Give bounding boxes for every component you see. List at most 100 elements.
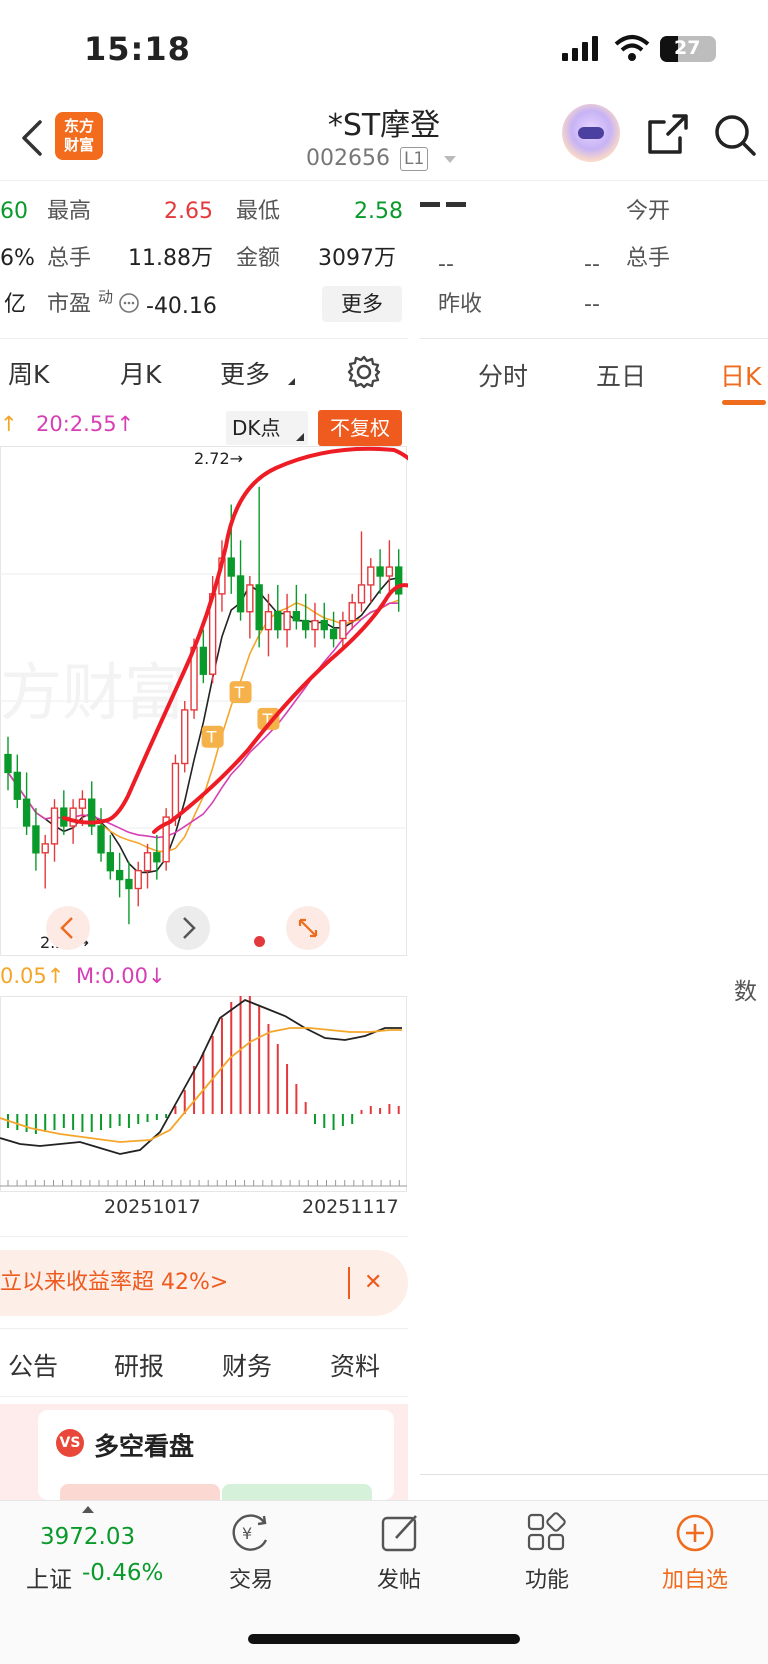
tab-daily-k[interactable]: 日K (720, 357, 761, 393)
candle-body (4, 753, 12, 774)
chart-prev-button[interactable] (46, 906, 90, 950)
chevron-right-icon (183, 917, 196, 939)
candle-body (115, 869, 124, 881)
chart-next-button[interactable] (166, 906, 210, 950)
functions-grid-icon[interactable] (526, 1512, 566, 1552)
last-price-partial: 60 (0, 199, 28, 224)
info-icon[interactable] (118, 292, 140, 314)
candle-body (227, 557, 235, 577)
status-bar: 15:18 27 (0, 0, 768, 100)
candle-body (255, 584, 263, 631)
dea-line (0, 1027, 402, 1143)
no-adjust-button[interactable]: 不复权 (318, 410, 402, 446)
pe-value: -40.16 (146, 294, 217, 319)
tab-monthly-k[interactable]: 月K (120, 355, 161, 391)
candle-body (339, 619, 347, 640)
nav-add-watchlist[interactable]: 加自选 (654, 1562, 736, 1594)
more-corner-icon (288, 378, 295, 385)
level-badge: L1 (400, 147, 429, 171)
settings-gear-icon[interactable] (346, 354, 382, 390)
prev-close-label: 昨收 (438, 292, 483, 317)
trade-icon[interactable]: ¥ (228, 1512, 274, 1554)
candle-body (329, 628, 338, 640)
ma-label-partial: ↑ (0, 412, 18, 436)
macd-m-label: M:0.00↓ (76, 964, 166, 988)
tab-intraday[interactable]: 分时 (478, 357, 528, 393)
candle-body (236, 575, 245, 613)
pe-label: 市盈 (47, 292, 92, 317)
post-icon[interactable] (380, 1512, 422, 1554)
tab-weekly-k[interactable]: 周K (8, 355, 49, 391)
promo-banner[interactable]: 立以来收益率超 42%> ✕ (0, 1250, 408, 1316)
index-change[interactable]: -0.46% (82, 1560, 163, 1586)
date-label-2: 20251117 (302, 1196, 399, 1218)
dk-point-button[interactable]: DK点 (226, 411, 308, 445)
tab-announcements[interactable]: 公告 (8, 1347, 58, 1383)
nav-trade[interactable]: 交易 (226, 1562, 276, 1594)
tab-research[interactable]: 研报 (114, 1347, 164, 1383)
candle-body (78, 798, 87, 809)
add-watchlist-icon[interactable] (674, 1512, 716, 1554)
candle-body (320, 619, 328, 631)
battery-level: 27 (674, 37, 701, 59)
t-marker-label: T (234, 683, 245, 702)
more-button[interactable]: 更多 (322, 286, 402, 322)
expand-icon (298, 918, 318, 938)
candle-body (153, 852, 161, 863)
banner-text: 立以来收益率超 42%> (0, 1270, 229, 1295)
pe-dynamic-sup: 动 (98, 288, 114, 306)
candle-body (301, 619, 310, 631)
dif-line (0, 998, 402, 1155)
candle-body (367, 566, 375, 586)
candle-body (143, 852, 152, 872)
candle-body (22, 798, 31, 827)
svg-text:¥: ¥ (242, 1524, 252, 1543)
candle-body (264, 611, 273, 631)
hand-drawn-annotation (62, 446, 408, 834)
right-volume-label: 总手 (626, 246, 671, 271)
candle-body (283, 611, 291, 631)
amount-value: 3097万 (318, 246, 396, 271)
macd-chart (0, 996, 407, 1192)
volume-label: 总手 (47, 246, 92, 271)
search-icon[interactable] (712, 112, 760, 158)
live-dot (254, 936, 265, 947)
low-label: 最低 (236, 199, 281, 224)
tab-more[interactable]: 更多 (220, 355, 270, 391)
ma20-label: 20:2.55↑ (36, 412, 135, 436)
index-value[interactable]: 3972.03 (40, 1524, 135, 1550)
candle-body (357, 584, 366, 604)
tab-profile[interactable]: 资料 (330, 1347, 380, 1383)
candle-body (274, 611, 282, 631)
candle-body (199, 646, 208, 675)
fullscreen-button[interactable] (286, 906, 330, 950)
card-title: 多空看盘 (94, 1432, 195, 1461)
high-value: 2.65 (164, 199, 213, 224)
candle-body (32, 825, 40, 854)
candle-body (134, 869, 142, 890)
home-indicator (248, 1634, 520, 1644)
candle-body (376, 566, 384, 577)
dropdown-arrow-icon[interactable] (444, 156, 456, 163)
close-icon[interactable]: ✕ (364, 1250, 382, 1316)
candle-body (385, 566, 394, 577)
change-partial: 6% (0, 246, 35, 271)
ai-assistant-avatar[interactable] (562, 104, 620, 162)
stock-code: 002656 (306, 146, 390, 171)
prev-close-value: -- (584, 292, 600, 317)
candle-body (171, 762, 180, 818)
candle-body (348, 602, 356, 622)
dif-label: 0.05↑ (0, 964, 65, 988)
high-price-annotation: 2.72→ (194, 449, 243, 468)
high-label: 最高 (47, 199, 92, 224)
candlestick-chart[interactable]: 方财富 TTT 2.72→ 2.23→ (0, 446, 408, 956)
candle-body (50, 807, 59, 845)
share-icon[interactable] (646, 112, 690, 156)
tab-finance[interactable]: 财务 (222, 1347, 272, 1383)
candle-body (13, 771, 21, 800)
nav-post[interactable]: 发帖 (372, 1562, 426, 1594)
index-toggle-icon[interactable] (82, 1506, 94, 1513)
index-name[interactable]: 上证 (26, 1560, 72, 1594)
nav-functions[interactable]: 功能 (520, 1562, 574, 1594)
tab-five-day[interactable]: 五日 (596, 357, 646, 393)
